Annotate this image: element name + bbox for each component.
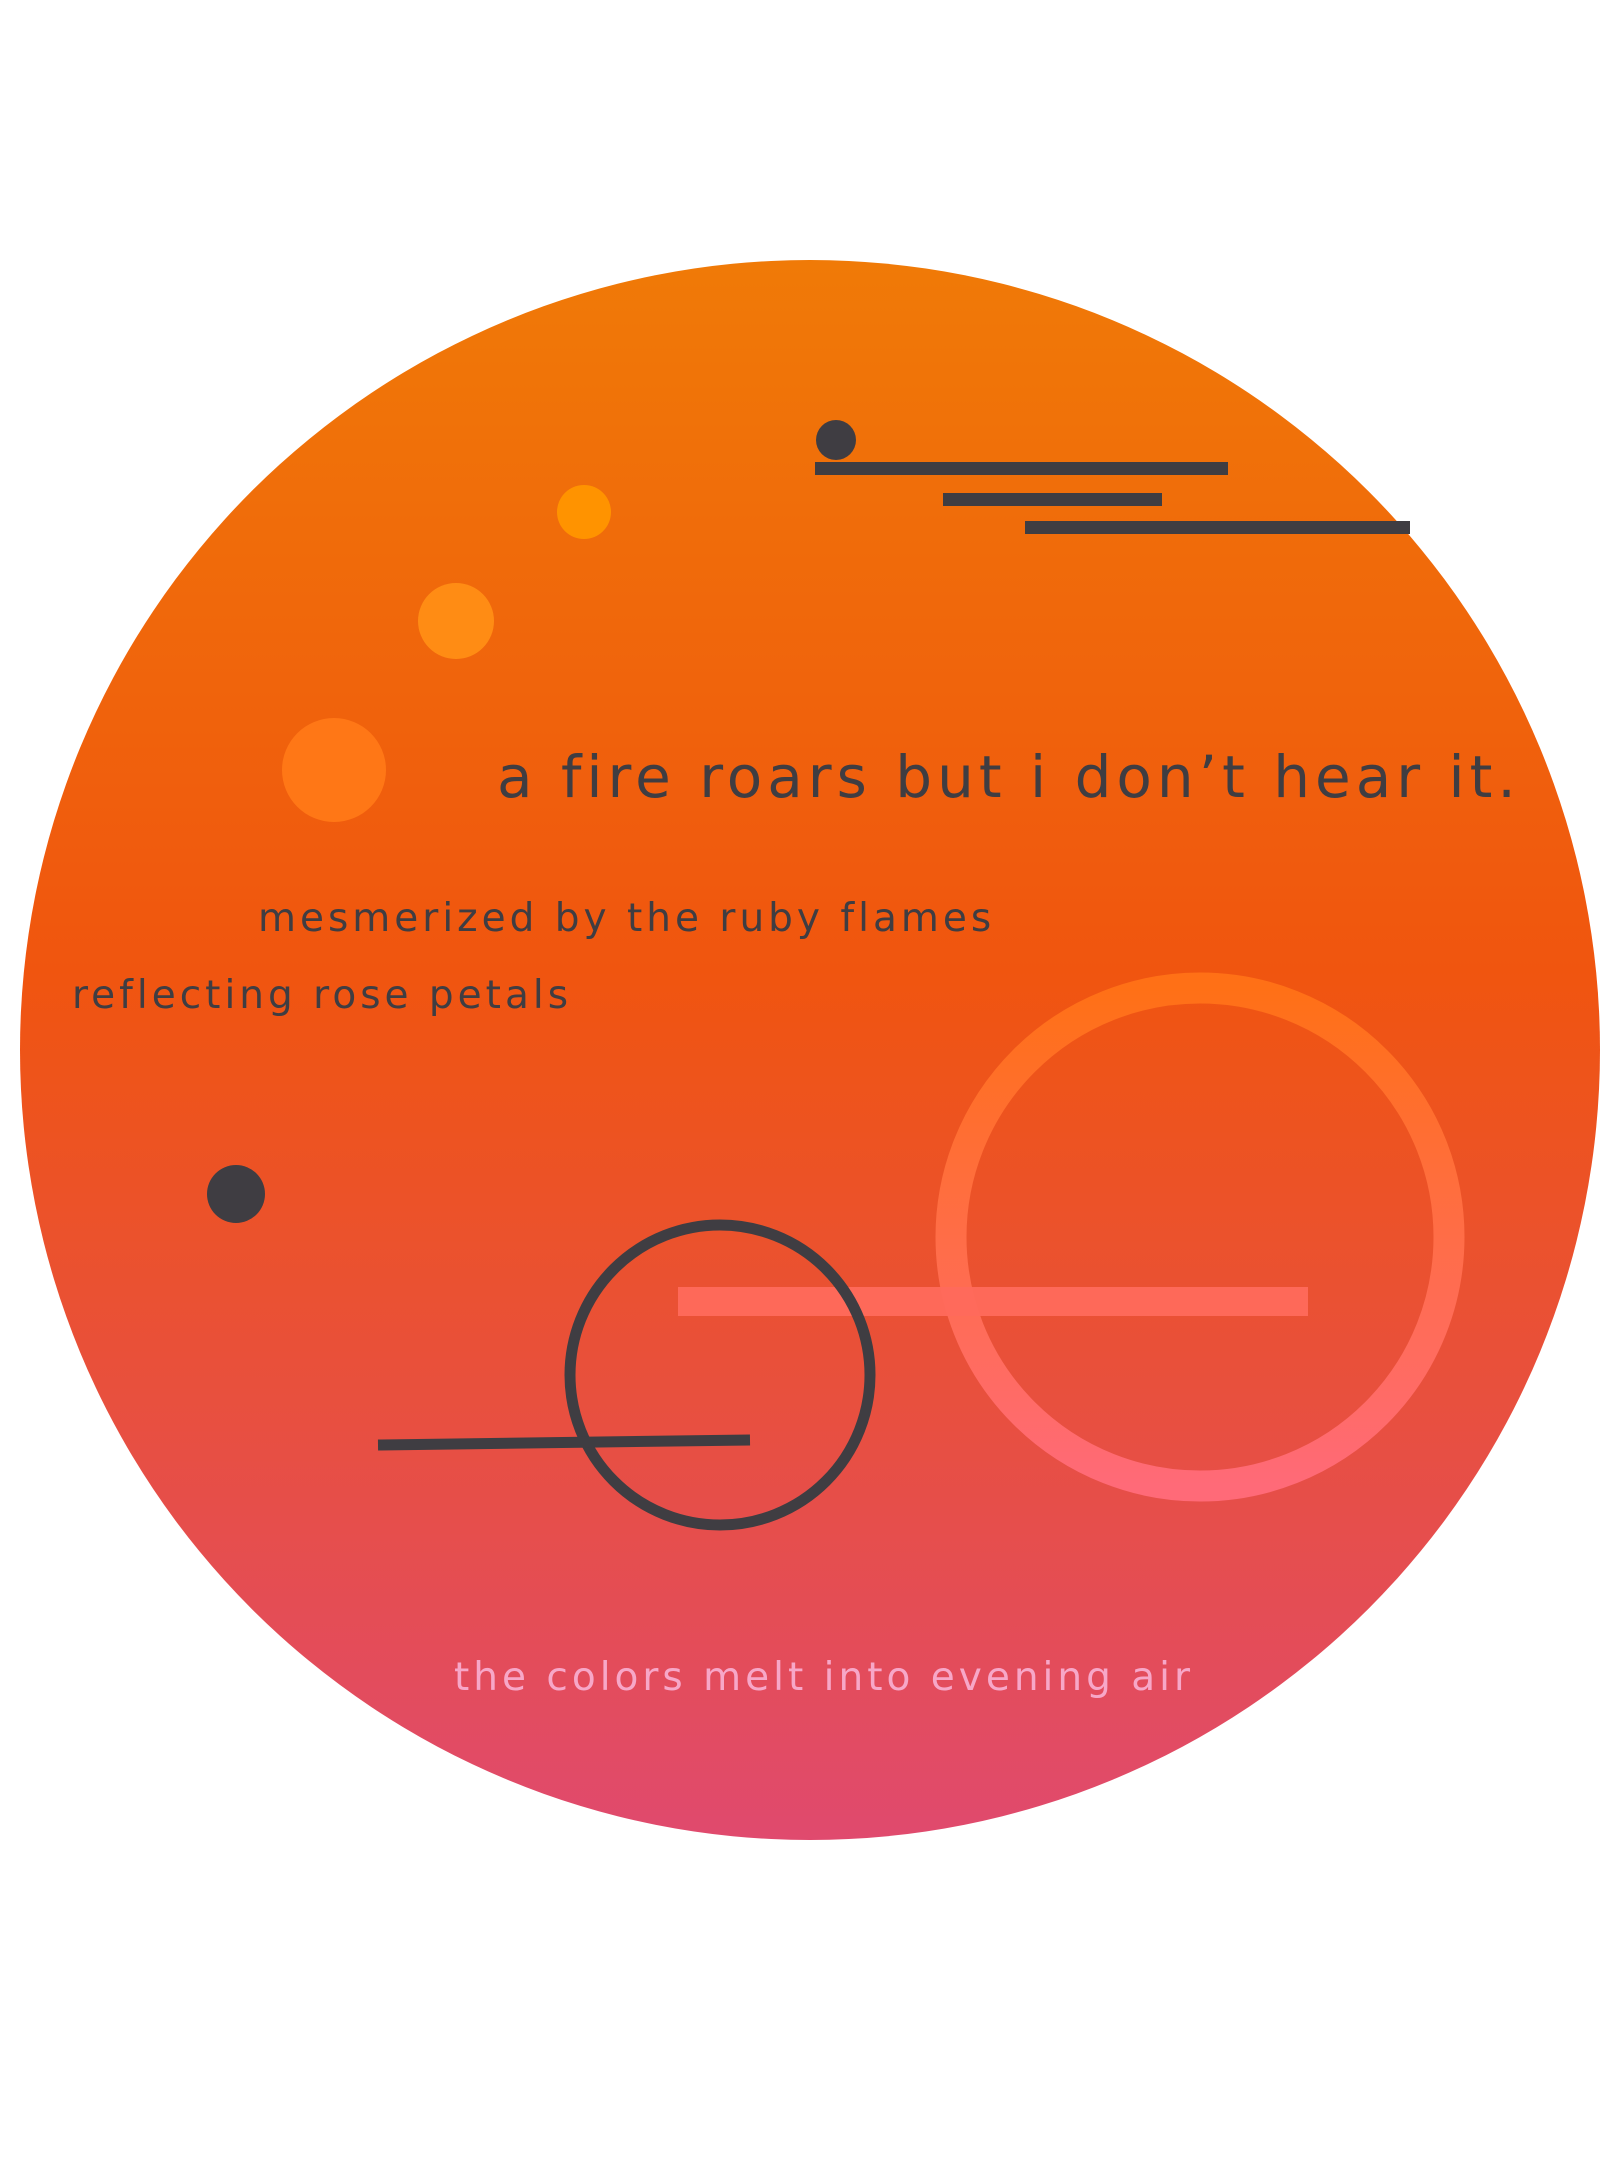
top-line-3 (1025, 521, 1410, 534)
poem-artwork: a fire roars but i don’t hear it. mesmer… (0, 0, 1620, 2160)
poem-closing-line: the colors melt into evening air (454, 1655, 1194, 1700)
poem-line-2: reflecting rose petals (72, 973, 572, 1018)
left-dark-dot (207, 1165, 265, 1223)
medium-orange-dot (418, 583, 494, 659)
top-line-2 (943, 493, 1162, 506)
top-line-1 (815, 462, 1228, 475)
coral-bar (678, 1287, 1308, 1316)
small-orange-dot (557, 485, 611, 539)
poem-headline: a fire roars but i don’t hear it. (497, 743, 1521, 811)
large-orange-dot (282, 718, 386, 822)
dark-line (377, 1434, 751, 1451)
poem-line-1: mesmerized by the ruby flames (258, 896, 995, 941)
top-dot (816, 420, 856, 460)
